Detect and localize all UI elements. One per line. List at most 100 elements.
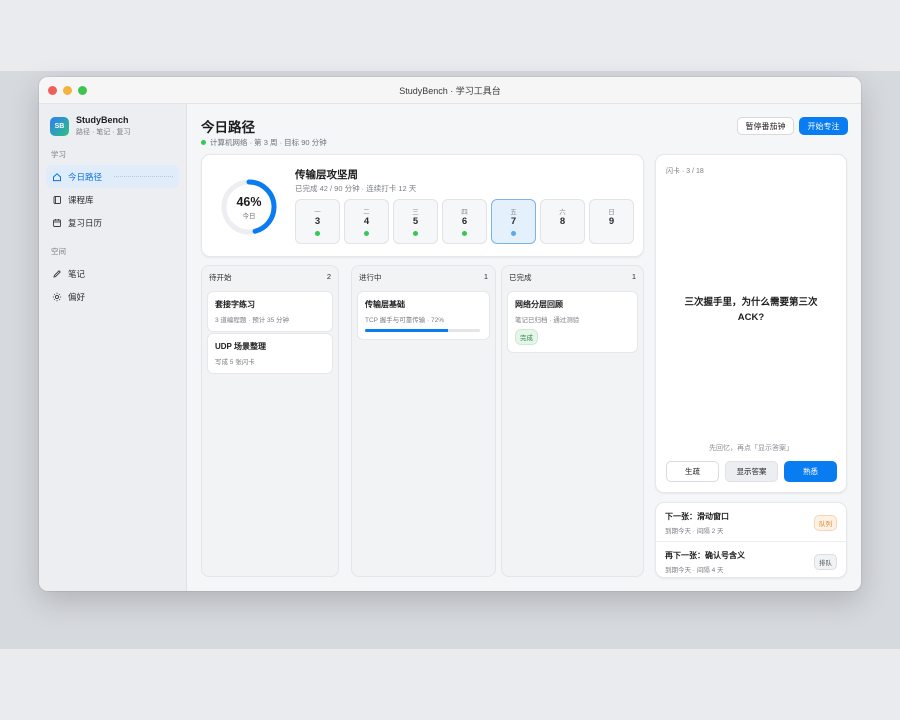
day-label: 四 (461, 209, 468, 216)
day-number: 3 (314, 216, 321, 227)
queue-item-title: 再下一张：确认号含义 (665, 551, 745, 560)
title-bar: StudyBench · 学习工具台 (39, 77, 861, 104)
status-badge: 完成 (515, 329, 538, 345)
sidebar-item-today-path[interactable]: 今日路径 (46, 165, 179, 188)
flashcard-hint: 先回忆，再点「显示答案」 (709, 445, 793, 452)
task-card[interactable]: 网络分层回顾 笔记已归档 · 通过测验 完成 (507, 291, 638, 353)
sun-icon (52, 292, 62, 301)
column-in-progress: 进行中 1 传输层基础 TCP 握手与可靠传输 · 72% (351, 265, 496, 577)
column-title: 已完成 (509, 273, 532, 282)
day-number: 6 (461, 216, 468, 227)
queue-item[interactable]: 再下一张：确认号含义 到期今天 · 间隔 4 天 排队 (656, 541, 846, 579)
show-answer-button[interactable]: 显示答案 (725, 461, 778, 482)
day-status-dot (413, 231, 418, 236)
sidebar-item-label: 复习日历 (68, 217, 103, 228)
book-icon (53, 195, 61, 204)
task-card[interactable]: 套接字练习 3 道编程题 · 预计 35 分钟 (207, 291, 333, 332)
window-controls (48, 86, 87, 95)
app-subtitle: 路径 · 笔记 · 复习 (76, 129, 131, 136)
day-label: 二 (363, 209, 370, 216)
task-card[interactable]: 传输层基础 TCP 握手与可靠传输 · 72% (357, 291, 490, 340)
sidebar-item-label: 课程库 (68, 194, 94, 205)
day-status-dot (315, 231, 320, 236)
page-subtitle: 计算机网络 · 第 3 周 · 目标 90 分钟 (201, 137, 327, 148)
column-title: 进行中 (359, 273, 382, 282)
task-card[interactable]: UDP 场景整理 写成 5 张闪卡 (207, 333, 333, 374)
queue-item-meta: 到期今天 · 间隔 2 天 (665, 528, 724, 535)
sidebar-item-label: 偏好 (68, 291, 86, 302)
calendar-icon (53, 218, 61, 227)
day-status-dot (462, 231, 467, 236)
brand: SB StudyBench 路径 · 笔记 · 复习 (50, 115, 179, 137)
day-tile[interactable]: 日9 (589, 199, 634, 244)
queue-badge: 排队 (814, 554, 837, 570)
flashcard-question: 三次握手里，为什么需要第三次 ACK? (684, 297, 818, 323)
sidebar: SB StudyBench 路径 · 笔记 · 复习 学习 今日路径 课程库 复… (39, 104, 187, 591)
day-label: 一 (314, 209, 321, 216)
day-label: 五 (510, 209, 517, 216)
task-title: 套接字练习 (215, 300, 255, 309)
sidebar-item-preferences[interactable]: 偏好 (46, 285, 179, 308)
progress-label: 今日 (242, 213, 256, 220)
status-dot (201, 140, 206, 145)
week-title: 传输层攻坚周 (295, 169, 358, 181)
sidebar-item-notes[interactable]: 笔记 (46, 262, 179, 285)
day-label: 六 (559, 209, 566, 216)
day-tile[interactable]: 四6 (442, 199, 487, 244)
day-status-dot (511, 231, 516, 236)
day-number: 8 (559, 216, 566, 227)
flashcard-panel: 闪卡 · 3 / 18 三次握手里，为什么需要第三次 ACK? 先回忆，再点「显… (655, 154, 847, 493)
queue-item-meta: 到期今天 · 间隔 4 天 (665, 567, 724, 574)
task-meta: 写成 5 张闪卡 (215, 359, 255, 366)
day-number: 9 (608, 216, 615, 227)
zoom-window-button[interactable] (78, 86, 87, 95)
flashcard-counter: 闪卡 · 3 / 18 (666, 168, 704, 175)
queue-item[interactable]: 下一张：滑动窗口 到期今天 · 间隔 2 天 队列 (656, 503, 846, 541)
task-progress-fill (365, 329, 448, 332)
start-focus-button[interactable]: 开始专注 (799, 117, 848, 135)
sidebar-item-label: 笔记 (68, 268, 86, 279)
rate-easy-button[interactable]: 熟悉 (784, 461, 837, 482)
task-title: 网络分层回顾 (515, 300, 563, 309)
column-count: 2 (326, 272, 331, 281)
page-subtitle-text: 计算机网络 · 第 3 周 · 目标 90 分钟 (210, 138, 327, 147)
sidebar-item-review-calendar[interactable]: 复习日历 (46, 211, 179, 234)
week-days: 一3二4三5四6五7六8日9 (295, 199, 634, 244)
day-label: 日 (608, 209, 615, 216)
sidebar-item-course-library[interactable]: 课程库 (46, 188, 179, 211)
day-tile[interactable]: 六8 (540, 199, 585, 244)
column-count: 1 (483, 272, 488, 281)
app-window: StudyBench · 学习工具台 SB StudyBench 路径 · 笔记… (39, 77, 861, 591)
task-meta: 3 道编程题 · 预计 35 分钟 (215, 317, 290, 324)
day-number: 5 (412, 216, 419, 227)
task-meta: 笔记已归档 · 通过测验 (515, 317, 580, 324)
day-tile[interactable]: 五7 (491, 199, 536, 244)
minimize-window-button[interactable] (63, 86, 72, 95)
pause-pomodoro-button[interactable]: 暂停番茄钟 (737, 117, 794, 135)
column-title: 待开始 (209, 273, 232, 282)
day-tile[interactable]: 二4 (344, 199, 389, 244)
close-window-button[interactable] (48, 86, 57, 95)
week-subtitle: 已完成 42 / 90 分钟 · 连续打卡 12 天 (295, 184, 417, 193)
day-status-dot (364, 231, 369, 236)
column-count: 1 (631, 272, 636, 281)
day-tile[interactable]: 三5 (393, 199, 438, 244)
app-logo: SB (50, 116, 69, 136)
review-queue: 下一张：滑动窗口 到期今天 · 间隔 2 天 队列 再下一张：确认号含义 到期今… (655, 502, 847, 578)
task-title: 传输层基础 (365, 300, 405, 309)
window-title: StudyBench · 学习工具台 (399, 85, 501, 96)
queue-badge: 队列 (814, 515, 837, 531)
task-progress-bar (365, 329, 480, 332)
sidebar-section-space: 空间 (51, 247, 66, 256)
task-meta: TCP 握手与可靠传输 · 72% (365, 317, 444, 324)
day-label: 三 (412, 209, 419, 216)
active-indicator (114, 176, 173, 177)
queue-item-title: 下一张：滑动窗口 (665, 512, 729, 521)
column-done: 已完成 1 网络分层回顾 笔记已归档 · 通过测验 完成 (501, 265, 644, 577)
day-number: 4 (363, 216, 370, 227)
rate-hard-button[interactable]: 生疏 (666, 461, 719, 482)
sidebar-item-label: 今日路径 (68, 171, 103, 182)
app-name: StudyBench (76, 115, 129, 125)
column-todo: 待开始 2 套接字练习 3 道编程题 · 预计 35 分钟 UDP 场景整理 写成… (201, 265, 339, 577)
day-tile[interactable]: 一3 (295, 199, 340, 244)
